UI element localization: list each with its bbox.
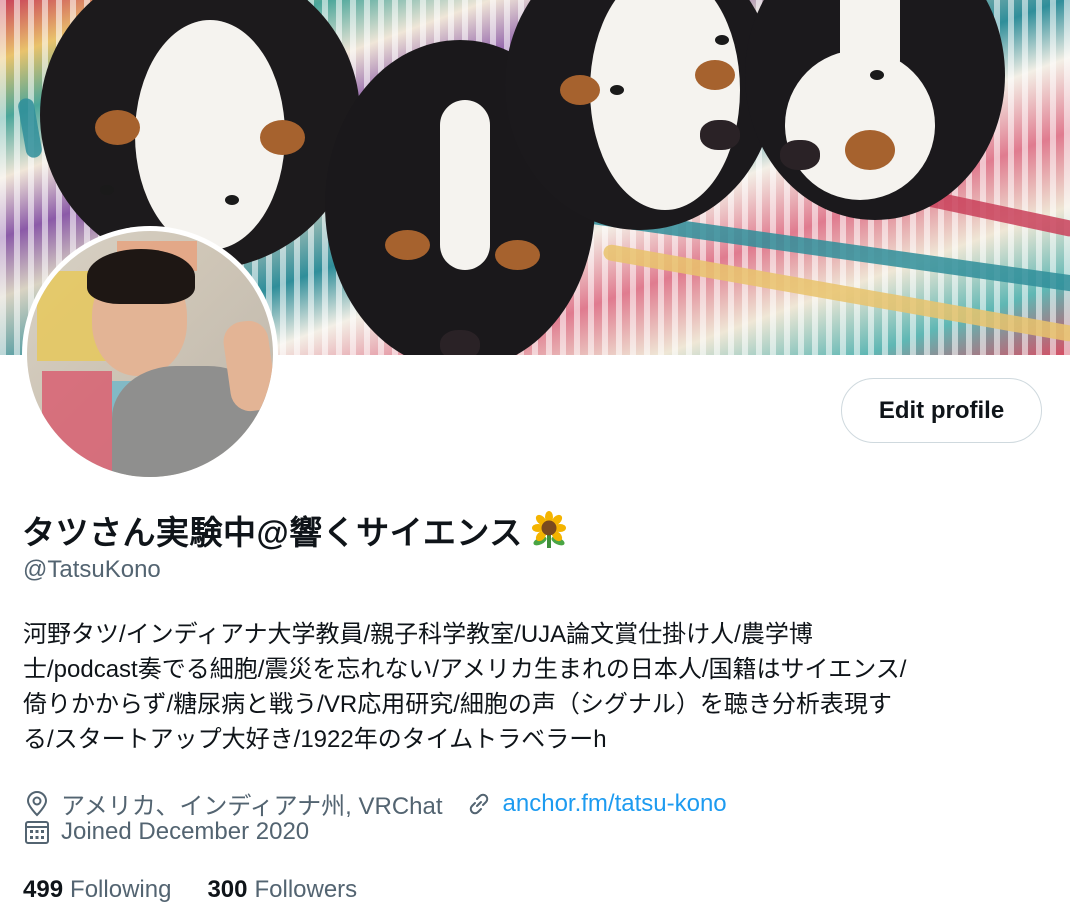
bio-line: る/スタートアップ大好き/1922年のタイムトラベラーh	[23, 726, 607, 753]
bio-line: 倚りかからず/糖尿病と戦う/VR応用研究/細胞の声（シグナル）を聴き分析表現す	[23, 691, 892, 718]
profile-bio: 河野タツ/インディアナ大学教員/親子科学教室/UJA論文賞仕掛け人/農学博 士/…	[23, 617, 1053, 757]
profile-joined-date: Joined December 2020	[61, 818, 310, 845]
following-link[interactable]: 499 Following	[23, 876, 171, 904]
profile-website-link[interactable]: anchor.fm/tatsu-kono	[503, 790, 727, 818]
location-pin-icon	[23, 790, 51, 818]
bio-line: 河野タツ/インディアナ大学教員/親子科学教室/UJA論文賞仕掛け人/農学博	[23, 621, 813, 648]
profile-meta-joined-row: Joined December 2020	[23, 818, 309, 846]
profile-page: Edit profile タツさん実験中@響くサイエンス @TatsuKono …	[0, 0, 1070, 924]
avatar-photo	[27, 231, 273, 477]
profile-location: アメリカ、インディアナ州, VRChat	[61, 793, 443, 820]
calendar-icon	[23, 818, 51, 846]
following-count: 499	[23, 876, 64, 903]
user-handle: @TatsuKono	[23, 556, 161, 583]
bio-line: 士/podcast奏でる細胞/震災を忘れない/アメリカ生まれの日本人/国籍はサイ…	[23, 656, 907, 683]
follow-counts: 499 Following 300 Followers	[23, 876, 393, 904]
profile-avatar[interactable]	[22, 226, 278, 482]
link-icon	[465, 790, 493, 818]
followers-label: Followers	[254, 876, 358, 903]
sunflower-icon	[529, 510, 569, 550]
followers-link[interactable]: 300 Followers	[207, 876, 357, 904]
edit-profile-button[interactable]: Edit profile	[841, 378, 1042, 443]
display-name: タツさん実験中@響くサイエンス	[22, 506, 569, 554]
followers-count: 300	[207, 876, 248, 903]
profile-meta-location-row: アメリカ、インディアナ州, VRChat anchor.fm/tatsu-kon…	[23, 786, 727, 821]
display-name-text: タツさん実験中@響くサイエンス	[22, 514, 523, 551]
following-label: Following	[70, 876, 172, 903]
